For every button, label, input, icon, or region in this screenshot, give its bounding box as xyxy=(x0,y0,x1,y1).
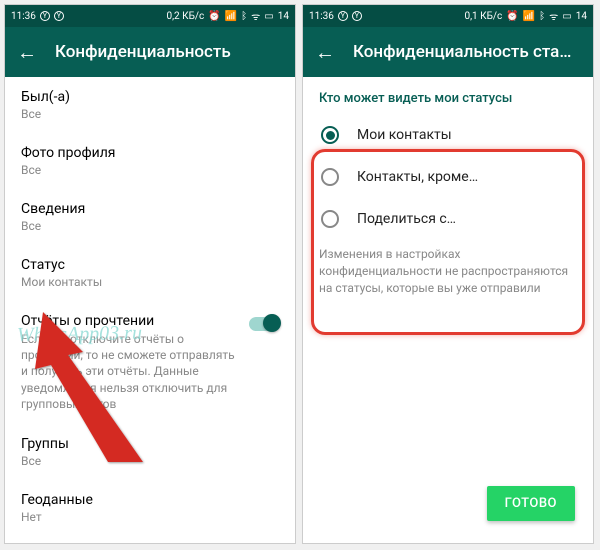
radio-icon xyxy=(321,126,339,144)
setting-status[interactable]: Статус Мои контакты xyxy=(5,245,295,301)
radio-label: Поделиться с… xyxy=(357,211,456,227)
status-indicator-1-icon: Y xyxy=(40,11,50,21)
status-indicator-1-icon: Y xyxy=(338,11,348,21)
settings-list: Был(-а) Все Фото профиля Все Сведения Вс… xyxy=(5,77,295,543)
done-button-label: ГОТОВО xyxy=(505,496,557,511)
setting-title: Отчёты о прочтении xyxy=(21,313,239,329)
setting-title: Был(-а) xyxy=(21,89,279,105)
back-arrow-icon[interactable]: ← xyxy=(315,40,335,65)
done-button[interactable]: ГОТОВО xyxy=(487,486,575,521)
setting-last-seen[interactable]: Был(-а) Все xyxy=(5,77,295,133)
phone-right: 11:36 Y Y 0,1 КБ/с ⏰ 📶 ᛒ ᯤ ▭ 14 ← Конфид… xyxy=(302,4,594,544)
status-bar: 11:36 Y Y 0,2 КБ/с ⏰ 📶 ᛒ ᯤ ▭ 14 xyxy=(5,5,295,27)
setting-geodata[interactable]: Геоданные Нет xyxy=(5,480,295,536)
radio-contacts-except[interactable]: Контакты, кроме… xyxy=(303,156,593,198)
status-net: 0,2 КБ/с xyxy=(166,11,204,22)
status-indicator-2-icon: Y xyxy=(54,11,64,21)
wifi-icon: ᯤ xyxy=(549,9,558,23)
alarm-icon: ⏰ xyxy=(208,11,220,22)
setting-title: Группы xyxy=(21,436,279,452)
status-time: 11:36 xyxy=(11,11,36,22)
radio-label: Контакты, кроме… xyxy=(357,169,478,185)
status-indicator-2-icon: Y xyxy=(352,11,362,21)
status-bar: 11:36 Y Y 0,1 КБ/с ⏰ 📶 ᛒ ᯤ ▭ 14 xyxy=(303,5,593,27)
back-arrow-icon[interactable]: ← xyxy=(17,40,37,65)
page-title: Конфиденциальность ста… xyxy=(353,42,571,62)
setting-value: Все xyxy=(21,163,279,177)
setting-description: Если вы отключите отчёты о прочтении, то… xyxy=(21,331,239,412)
signal-icon: 📶 xyxy=(523,11,535,22)
setting-about[interactable]: Сведения Все xyxy=(5,189,295,245)
battery-icon: ▭ xyxy=(264,11,273,22)
page-title: Конфиденциальность xyxy=(55,42,231,62)
setting-value: Нет xyxy=(21,510,279,524)
radio-icon xyxy=(321,168,339,186)
status-net: 0,1 КБ/с xyxy=(464,11,502,22)
status-battery: 14 xyxy=(576,11,587,22)
wifi-icon: ᯤ xyxy=(251,9,260,23)
setting-groups[interactable]: Группы Все xyxy=(5,424,295,480)
read-receipts-toggle[interactable] xyxy=(249,317,279,331)
battery-icon: ▭ xyxy=(562,11,571,22)
radio-share-with[interactable]: Поделиться с… xyxy=(303,198,593,240)
radio-my-contacts[interactable]: Мои контакты xyxy=(303,114,593,156)
signal-icon: 📶 xyxy=(225,11,237,22)
status-time: 11:36 xyxy=(309,11,334,22)
setting-value: Мои контакты xyxy=(21,275,279,289)
radio-label: Мои контакты xyxy=(357,127,452,143)
bluetooth-icon: ᛒ xyxy=(539,11,545,22)
setting-value: Все xyxy=(21,107,279,121)
setting-value: Все xyxy=(21,454,279,468)
status-privacy-content: Кто может видеть мои статусы Мои контакт… xyxy=(303,77,593,543)
setting-title: Сведения xyxy=(21,201,279,217)
radio-icon xyxy=(321,210,339,228)
setting-title: Геоданные xyxy=(21,492,279,508)
setting-value: Все xyxy=(21,219,279,233)
section-header: Кто может видеть мои статусы xyxy=(303,77,593,114)
app-bar: ← Конфиденциальность ста… xyxy=(303,27,593,77)
app-bar: ← Конфиденциальность xyxy=(5,27,295,77)
disclaimer-text: Изменения в настройках конфиденциальност… xyxy=(303,240,593,302)
status-battery: 14 xyxy=(278,11,289,22)
bluetooth-icon: ᛒ xyxy=(241,11,247,22)
setting-title: Статус xyxy=(21,257,279,273)
setting-profile-photo[interactable]: Фото профиля Все xyxy=(5,133,295,189)
setting-read-receipts[interactable]: Отчёты о прочтении Если вы отключите отч… xyxy=(5,301,295,424)
phone-left: 11:36 Y Y 0,2 КБ/с ⏰ 📶 ᛒ ᯤ ▭ 14 ← Конфид… xyxy=(4,4,296,544)
alarm-icon: ⏰ xyxy=(506,11,518,22)
setting-title: Фото профиля xyxy=(21,145,279,161)
